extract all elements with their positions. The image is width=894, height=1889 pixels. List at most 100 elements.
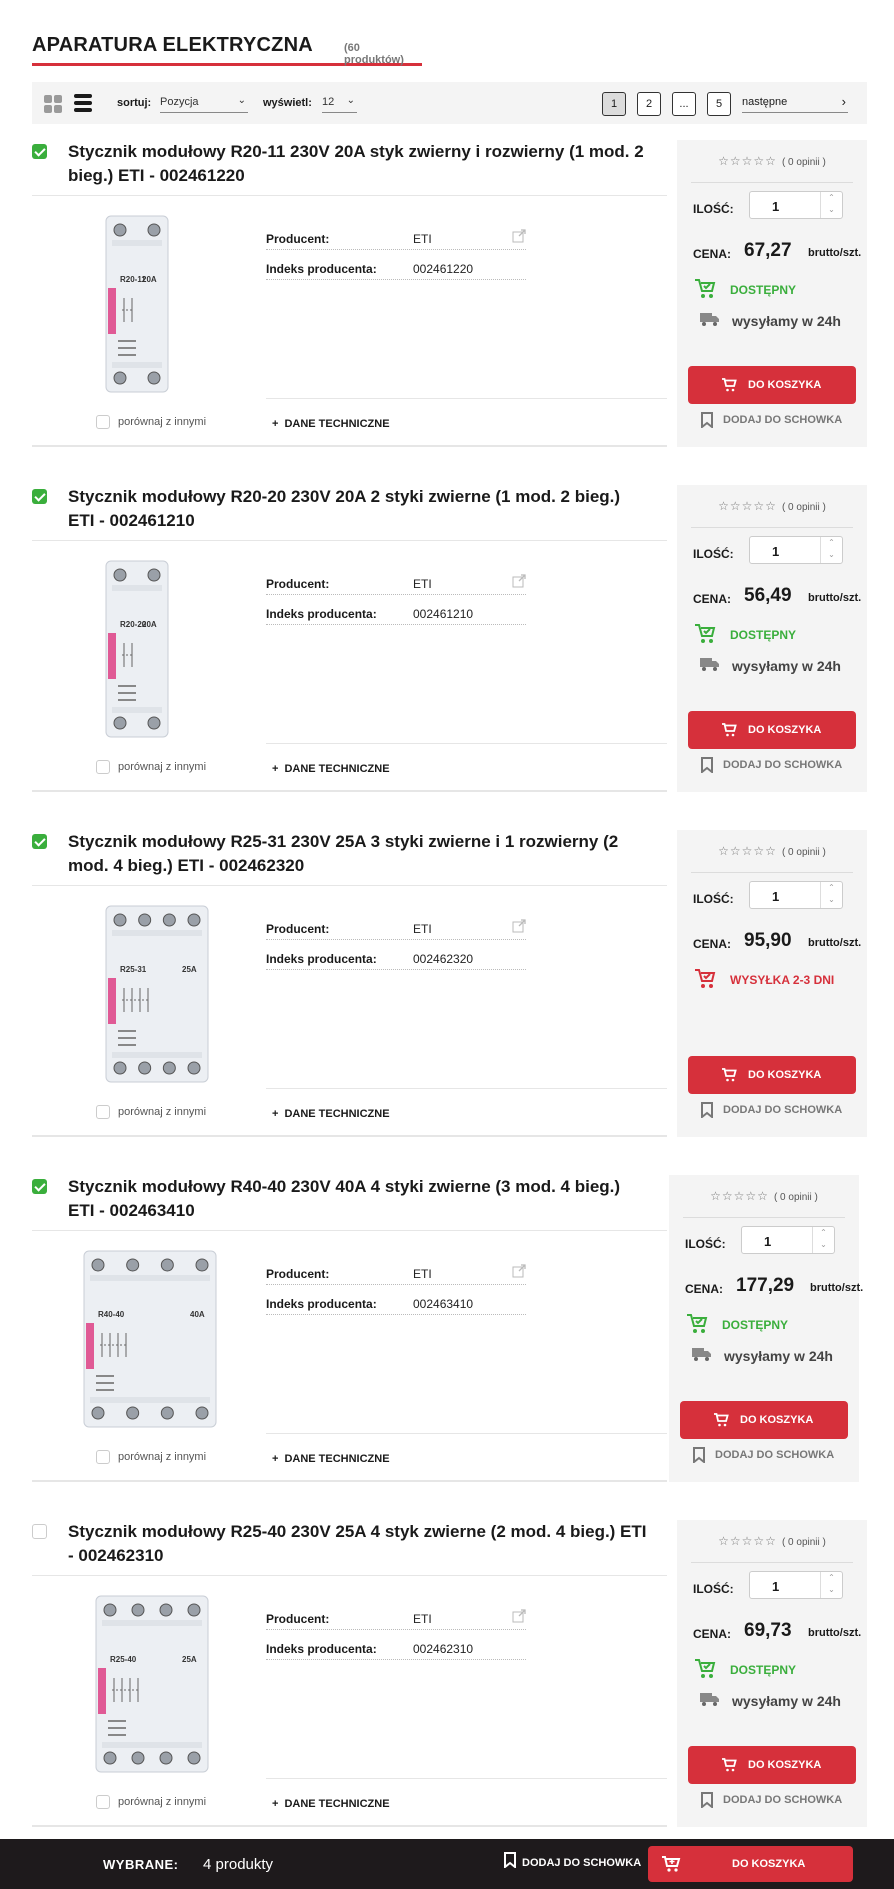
spinner-arrows-icon[interactable]: ⌃ ⌄: [820, 1572, 842, 1598]
add-to-cart-button[interactable]: DO KOSZYKA: [688, 1056, 856, 1094]
page-1-button[interactable]: 1: [602, 92, 626, 116]
external-link-icon[interactable]: [512, 574, 526, 588]
producer-value: ETI: [413, 922, 432, 936]
product-select-checkbox[interactable]: [32, 1179, 47, 1194]
quantity-value: 1: [764, 1234, 772, 1249]
rating[interactable]: ☆☆☆☆☆ ( 0 opinii ): [677, 499, 867, 513]
divider: [266, 1088, 667, 1089]
producer-value: ETI: [413, 232, 432, 246]
divider: [266, 398, 667, 399]
bookmark-icon: [701, 1792, 713, 1810]
show-label: wyświetl:: [263, 97, 312, 109]
price-value: 69,73: [744, 1620, 792, 1641]
product-image[interactable]: R20-1120A: [102, 204, 172, 404]
price-value: 56,49: [744, 585, 792, 606]
rating[interactable]: ☆☆☆☆☆ ( 0 opinii ): [677, 154, 867, 168]
add-to-cart-label: DO KOSZYKA: [748, 724, 822, 736]
compare-checkbox[interactable]: porównaj z innymi: [96, 1105, 206, 1119]
page-ellipsis[interactable]: ...: [672, 92, 696, 116]
show-select[interactable]: 12 ⌄: [322, 91, 357, 113]
compare-checkbox[interactable]: porównaj z innymi: [96, 1795, 206, 1809]
index-label: Indeks producenta:: [266, 1297, 377, 1311]
next-page-button[interactable]: następne ›: [742, 91, 848, 113]
page-2-button[interactable]: 2: [637, 92, 661, 116]
quantity-label: ILOŚĆ:: [693, 202, 734, 216]
price-unit: brutto/szt.: [808, 937, 862, 949]
product-title[interactable]: Stycznik modułowy R40-40 230V 40A 4 styk…: [68, 1175, 648, 1223]
add-to-cart-label: DO KOSZYKA: [748, 379, 822, 391]
product-image[interactable]: R25-31 25A: [102, 894, 212, 1094]
product-select-checkbox[interactable]: [32, 1524, 47, 1539]
divider: [32, 195, 667, 196]
quantity-value: 1: [772, 1579, 780, 1594]
rating[interactable]: ☆☆☆☆☆ ( 0 opinii ): [677, 1534, 867, 1548]
quantity-stepper[interactable]: 1 ⌃ ⌄: [749, 1571, 843, 1599]
quantity-stepper[interactable]: 1 ⌃ ⌄: [749, 881, 843, 909]
product-image[interactable]: R25-40 25A: [92, 1584, 212, 1784]
list-view-icon[interactable]: [74, 94, 92, 112]
spec-index: Indeks producenta: 002461210: [266, 601, 526, 625]
purchase-panel: ☆☆☆☆☆ ( 0 opinii ) ILOŚĆ: 1 ⌃ ⌄ CENA: 67,2…: [677, 140, 867, 447]
page-5-button[interactable]: 5: [707, 92, 731, 116]
technical-data-toggle[interactable]: + DANE TECHNICZNE: [272, 1798, 390, 1810]
product-title[interactable]: Stycznik modułowy R25-40 230V 25A 4 styk…: [68, 1520, 648, 1568]
technical-data-toggle[interactable]: + DANE TECHNICZNE: [272, 763, 390, 775]
spinner-arrows-icon[interactable]: ⌃ ⌄: [820, 192, 842, 218]
technical-data-label: DANE TECHNICZNE: [284, 1108, 390, 1120]
compare-checkbox[interactable]: porównaj z innymi: [96, 760, 206, 774]
product-select-checkbox[interactable]: [32, 489, 47, 504]
product-title[interactable]: Stycznik modułowy R20-20 230V 20A 2 styk…: [68, 485, 648, 533]
quantity-stepper[interactable]: 1 ⌃ ⌄: [749, 191, 843, 219]
bookmark-icon: [701, 757, 713, 775]
availability-text: DOSTĘPNY: [722, 1318, 789, 1332]
bulk-clipboard-button[interactable]: DODAJ DO SCHOWKA: [504, 1852, 641, 1871]
quantity-value: 1: [772, 889, 780, 904]
product-image[interactable]: R40-40 40A: [80, 1239, 220, 1439]
rating[interactable]: ☆☆☆☆☆ ( 0 opinii ): [677, 844, 867, 858]
sort-select[interactable]: Pozycja ⌄: [160, 91, 248, 113]
in-stock-cart-icon: [695, 624, 716, 643]
add-to-cart-button[interactable]: DO KOSZYKA: [688, 1746, 856, 1784]
delivery-truck-icon: [700, 313, 719, 326]
add-to-cart-button[interactable]: DO KOSZYKA: [680, 1401, 848, 1439]
product-image[interactable]: R20-2020A: [102, 549, 172, 749]
quantity-stepper[interactable]: 1 ⌃ ⌄: [741, 1226, 835, 1254]
spec-index: Indeks producenta: 002462310: [266, 1636, 526, 1660]
availability-text: WYSYŁKA 2-3 DNI: [730, 973, 835, 987]
in-stock-cart-icon: [687, 1314, 708, 1333]
spinner-arrows-icon[interactable]: ⌃ ⌄: [820, 882, 842, 908]
add-to-cart-button[interactable]: DO KOSZYKA: [688, 711, 856, 749]
external-link-icon[interactable]: [512, 1264, 526, 1278]
producer-label: Producent:: [266, 577, 330, 591]
purchase-panel: ☆☆☆☆☆ ( 0 opinii ) ILOŚĆ: 1 ⌃ ⌄ CENA: 177,…: [669, 1175, 863, 1482]
product-select-checkbox[interactable]: [32, 144, 47, 159]
grid-view-icon[interactable]: [44, 95, 62, 113]
technical-data-label: DANE TECHNICZNE: [284, 418, 390, 430]
quantity-stepper[interactable]: 1 ⌃ ⌄: [749, 536, 843, 564]
chevron-down-icon: ⌄: [346, 95, 355, 106]
add-to-cart-button[interactable]: DO KOSZYKA: [688, 366, 856, 404]
product-title[interactable]: Stycznik modułowy R25-31 230V 25A 3 styk…: [68, 830, 648, 878]
index-value: 002462310: [413, 1642, 474, 1656]
rating[interactable]: ☆☆☆☆☆ ( 0 opinii ): [669, 1189, 859, 1203]
external-link-icon[interactable]: [512, 229, 526, 243]
divider: [32, 1575, 667, 1576]
divider: [32, 885, 667, 886]
product-select-checkbox[interactable]: [32, 834, 47, 849]
external-link-icon[interactable]: [512, 919, 526, 933]
spinner-arrows-icon[interactable]: ⌃ ⌄: [812, 1227, 834, 1253]
availability-text: DOSTĘPNY: [730, 628, 797, 642]
compare-checkbox[interactable]: porównaj z innymi: [96, 1450, 206, 1464]
page-title: APARATURA ELEKTRYCZNA: [32, 34, 313, 56]
technical-data-toggle[interactable]: + DANE TECHNICZNE: [272, 418, 390, 430]
shipping-text: wysyłamy w 24h: [732, 313, 841, 329]
spinner-arrows-icon[interactable]: ⌃ ⌄: [820, 537, 842, 563]
compare-checkbox[interactable]: porównaj z innymi: [96, 415, 206, 429]
external-link-icon[interactable]: [512, 1609, 526, 1623]
spec-index: Indeks producenta: 002461220: [266, 256, 526, 280]
technical-data-toggle[interactable]: + DANE TECHNICZNE: [272, 1108, 390, 1120]
technical-data-toggle[interactable]: + DANE TECHNICZNE: [272, 1453, 390, 1465]
bulk-cart-button[interactable]: DO KOSZYKA: [648, 1846, 853, 1882]
star-rating-icon: ☆☆☆☆☆: [718, 154, 777, 168]
product-title[interactable]: Stycznik modułowy R20-11 230V 20A styk z…: [68, 140, 648, 188]
